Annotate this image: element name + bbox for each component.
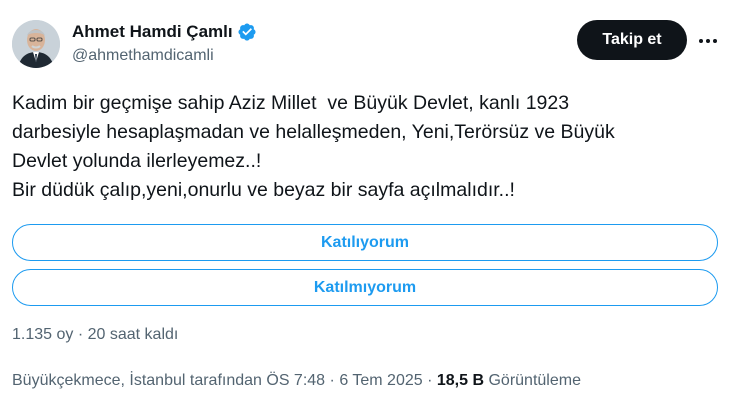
tweet-footer: Büyükçekmece, İstanbul tarafından ÖS 7:4… — [12, 372, 581, 390]
avatar[interactable] — [12, 20, 60, 68]
poll-option-disagree[interactable]: Katılmıyorum — [12, 269, 718, 306]
separator: · — [427, 372, 433, 389]
tweet-text: Kadim bir geçmişe sahip Aziz Millet ve B… — [12, 89, 712, 205]
author-name-row: Ahmet Hamdi Çamlı — [72, 22, 257, 42]
author-name[interactable]: Ahmet Hamdi Çamlı — [72, 22, 233, 42]
tweet-line: Bir düdük çalıp,yeni,onurlu ve beyaz bir… — [12, 179, 515, 201]
tweet-date[interactable]: 6 Tem 2025 — [339, 372, 422, 389]
follow-button[interactable]: Takip et — [577, 20, 687, 60]
views-label: Görüntüleme — [488, 372, 581, 389]
poll-votes: 1.135 oy — [12, 326, 74, 343]
poll-time-left: 20 saat kaldı — [87, 326, 179, 343]
views-count: 18,5 B — [436, 372, 485, 389]
more-options-button[interactable] — [695, 28, 721, 54]
tweet-location-time[interactable]: Büyükçekmece, İstanbul tarafından ÖS 7:4… — [12, 372, 325, 389]
separator: · — [329, 372, 335, 389]
tweet-line: darbesiyle hesaplaşmadan ve helalleşmede… — [12, 121, 615, 143]
tweet-line: Kadim bir geçmişe sahip Aziz Millet ve B… — [12, 92, 570, 114]
tweet-line: Devlet yolunda ilerleyemez..! — [12, 150, 262, 172]
poll-option-agree[interactable]: Katılıyorum — [12, 224, 718, 261]
separator: · — [77, 326, 84, 343]
poll-meta: 1.135 oy · 20 saat kaldı — [12, 326, 178, 344]
author-handle[interactable]: @ahmethamdicamli — [72, 47, 214, 65]
more-horizontal-icon — [699, 39, 717, 43]
avatar-image — [12, 20, 60, 68]
verified-badge-icon — [238, 23, 256, 41]
